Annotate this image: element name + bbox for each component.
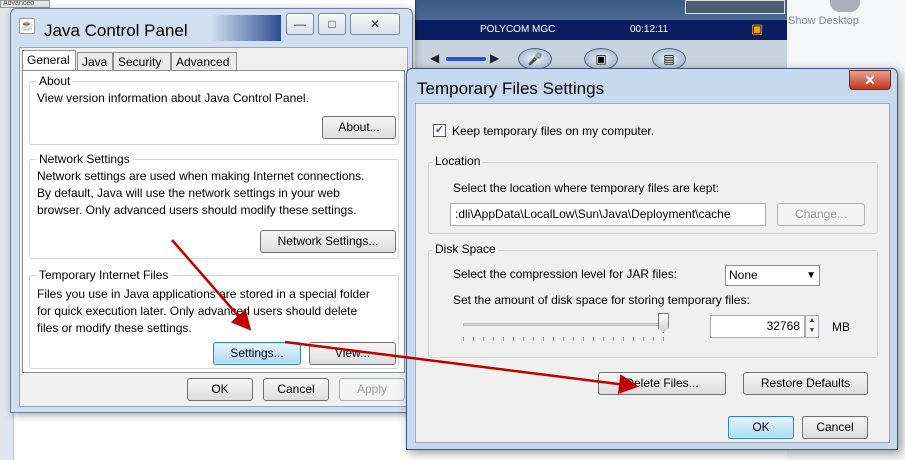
- compression-select[interactable]: None ▼: [725, 265, 820, 286]
- speaker-icon[interactable]: ◀: [430, 51, 439, 65]
- slider-ticks: [463, 337, 669, 341]
- lock-icon: ▣: [751, 21, 764, 36]
- location-group: Location Select the location where tempo…: [428, 154, 878, 234]
- dialog-title: Temporary Files Settings: [417, 79, 605, 98]
- about-heading: About: [36, 74, 74, 88]
- network-settings-group: Network Settings Network settings are us…: [29, 152, 399, 259]
- tab-security[interactable]: Security: [113, 52, 171, 71]
- tab-java[interactable]: Java: [77, 52, 113, 71]
- title-glow: [211, 15, 281, 41]
- volume-slider[interactable]: [446, 57, 486, 61]
- window-body: General Java Security Advanced About Vie…: [19, 47, 408, 407]
- java-control-panel-window: ☕ Java Control Panel — □ ✕ General Java …: [10, 8, 413, 413]
- background-tab: Advanced: [0, 0, 50, 8]
- dialog-close-button[interactable]: ✕: [849, 70, 891, 90]
- unit-label: MB: [832, 320, 850, 334]
- share-screen-icon[interactable]: ▤: [652, 48, 686, 70]
- about-button[interactable]: About...: [322, 116, 396, 139]
- tab-advanced[interactable]: Advanced: [171, 52, 237, 71]
- disk-space-slider-track[interactable]: [463, 323, 669, 326]
- video-thumbnail: [685, 0, 785, 14]
- temporary-files-settings-dialog: Temporary Files Settings ✕ ✓ Keep tempor…: [406, 68, 898, 450]
- dialog-cancel-button[interactable]: Cancel: [802, 416, 868, 439]
- compression-value: None: [729, 268, 758, 282]
- temp-files-heading: Temporary Internet Files: [36, 268, 172, 282]
- call-name: POLYCOM MGC: [480, 24, 556, 35]
- dialog-ok-button[interactable]: OK: [728, 416, 794, 439]
- delete-files-button[interactable]: Delete Files...: [598, 372, 726, 395]
- disk-space-legend: Disk Space: [433, 242, 498, 256]
- network-heading: Network Settings: [36, 152, 133, 166]
- general-tab-panel: About View version information about Jav…: [22, 70, 405, 373]
- tab-general[interactable]: General: [22, 50, 76, 72]
- network-text-line-3: browser. Only advanced users should modi…: [37, 203, 357, 217]
- temporary-internet-files-group: Temporary Internet Files Files you use i…: [29, 268, 399, 369]
- disk-space-group: Disk Space Select the compression level …: [428, 242, 878, 358]
- show-desktop-label[interactable]: Show Desktop: [788, 15, 859, 27]
- window-title: Java Control Panel: [44, 21, 188, 40]
- microphone-icon[interactable]: 🎤: [518, 48, 552, 70]
- show-desktop-button[interactable]: [830, 0, 860, 12]
- about-text: View version information about Java Cont…: [37, 91, 309, 105]
- close-button[interactable]: ✕: [350, 13, 400, 35]
- compression-label: Select the compression level for JAR fil…: [453, 267, 678, 281]
- location-prompt: Select the location where temporary file…: [453, 181, 720, 195]
- change-button[interactable]: Change...: [777, 203, 865, 226]
- chevron-down-icon: ▼: [806, 270, 816, 281]
- minimize-button[interactable]: —: [286, 13, 314, 35]
- temp-files-text-line-1: Files you use in Java applications are s…: [37, 287, 370, 301]
- apply-button[interactable]: Apply: [339, 378, 405, 401]
- dialog-body: ✓ Keep temporary files on my computer. L…: [415, 103, 890, 443]
- keep-files-label[interactable]: Keep temporary files on my computer.: [452, 124, 654, 138]
- network-settings-button[interactable]: Network Settings...: [260, 230, 396, 253]
- maximize-button[interactable]: □: [318, 13, 346, 35]
- disk-space-amount-label: Set the amount of disk space for storing…: [453, 293, 750, 307]
- temp-files-text-line-3: files or modify these settings.: [37, 321, 192, 335]
- temp-files-text-line-2: for quick execution later. Only advanced…: [37, 304, 358, 318]
- java-icon: ☕: [19, 18, 35, 34]
- video-layout-icon[interactable]: ▣: [584, 48, 618, 70]
- ok-button[interactable]: OK: [187, 378, 253, 401]
- location-legend: Location: [433, 154, 483, 168]
- speaker-loud-icon[interactable]: ▶: [490, 51, 499, 65]
- cache-location-field[interactable]: :dli\AppData\LocalLow\Sun\Java\Deploymen…: [450, 203, 766, 226]
- disk-space-field[interactable]: 32768: [710, 315, 805, 338]
- video-call-bar: POLYCOM MGC 00:12:11 ▣: [415, 20, 787, 40]
- disk-space-slider-thumb[interactable]: [657, 313, 669, 333]
- restore-defaults-button[interactable]: Restore Defaults: [743, 372, 868, 395]
- call-time: 00:12:11: [630, 24, 669, 35]
- about-group: About View version information about Jav…: [29, 74, 399, 145]
- keep-files-checkbox[interactable]: ✓: [433, 124, 446, 137]
- network-text-line-2: By default, Java will use the network se…: [37, 186, 340, 200]
- disk-space-spinner[interactable]: ▲ ▼: [805, 315, 819, 338]
- settings-button[interactable]: Settings...: [213, 342, 301, 365]
- cancel-button[interactable]: Cancel: [263, 378, 329, 401]
- view-button[interactable]: View...: [309, 342, 396, 365]
- network-text-line-1: Network settings are used when making In…: [37, 169, 365, 183]
